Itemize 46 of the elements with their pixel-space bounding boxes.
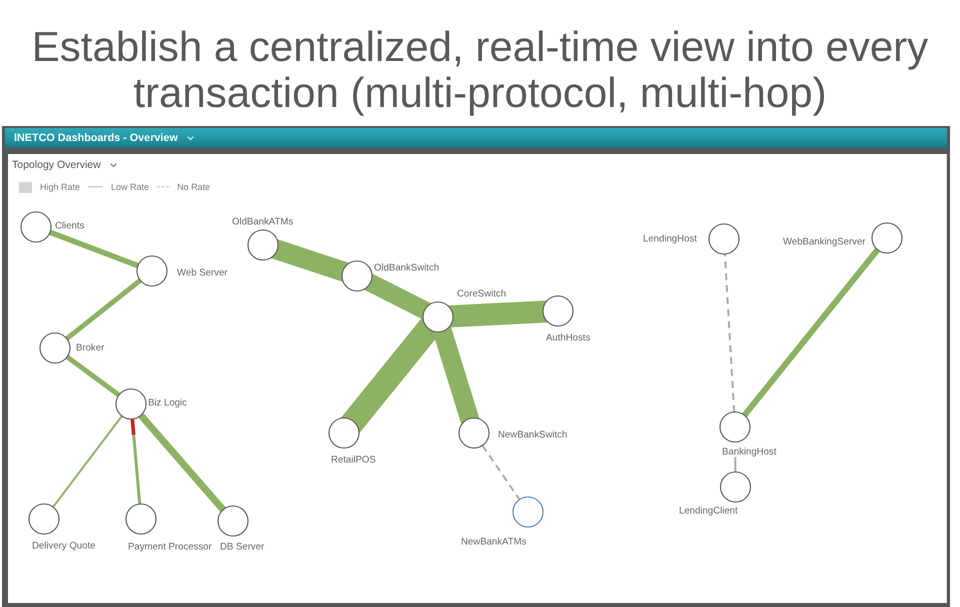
caret-icon bbox=[186, 136, 194, 140]
node-label: Delivery Quote bbox=[32, 540, 96, 552]
legend-label: No Rate bbox=[177, 182, 210, 192]
node-label: Payment Processor bbox=[128, 542, 212, 552]
node-label: Clients bbox=[55, 220, 84, 232]
dashed-line-icon bbox=[157, 186, 170, 188]
topology-node[interactable] bbox=[512, 496, 544, 528]
topology-node[interactable] bbox=[136, 255, 168, 287]
topology-node[interactable] bbox=[542, 295, 574, 327]
legend-label: High Rate bbox=[40, 182, 80, 192]
node-label: NewBankATMs bbox=[461, 536, 526, 548]
legend-label: Low Rate bbox=[111, 182, 150, 192]
topology-node[interactable] bbox=[328, 417, 360, 449]
topology-node[interactable] bbox=[341, 260, 373, 292]
topology-node[interactable] bbox=[28, 503, 60, 535]
slide-title: Establish a centralized, real-time view into every transaction (multi-protocol, multi-hop) bbox=[30, 24, 930, 116]
node-label: LendingHost bbox=[643, 234, 697, 244]
node-label: LendingClient bbox=[679, 506, 738, 516]
node-label: AuthHosts bbox=[546, 332, 590, 344]
caret-icon bbox=[110, 162, 117, 168]
swatch-icon bbox=[19, 182, 32, 192]
node-label: OldBankSwitch bbox=[374, 262, 440, 274]
topology-node[interactable] bbox=[39, 332, 71, 364]
topology-node[interactable] bbox=[20, 211, 52, 243]
node-label: OldBankATMs bbox=[232, 216, 294, 228]
view-menu-button[interactable]: Topology Overview bbox=[12, 158, 117, 172]
topology-node[interactable] bbox=[125, 503, 157, 535]
topology-node[interactable] bbox=[217, 505, 249, 537]
topology-node[interactable] bbox=[422, 301, 454, 333]
node-label: Broker bbox=[76, 342, 104, 354]
node-label: NewBankSwitch bbox=[498, 430, 568, 440]
topology-node[interactable] bbox=[708, 223, 740, 255]
node-label: CoreSwitch bbox=[457, 288, 506, 300]
node-label: BankingHost bbox=[722, 446, 776, 458]
node-label: RetailPOS bbox=[331, 454, 376, 466]
node-label: WebBankingServer bbox=[783, 236, 866, 248]
topology-node[interactable] bbox=[115, 388, 147, 420]
node-label: Web Server bbox=[177, 268, 228, 278]
topology-node[interactable] bbox=[871, 222, 903, 254]
line-icon bbox=[88, 186, 104, 188]
topology-node[interactable] bbox=[458, 417, 490, 449]
topology-node[interactable] bbox=[247, 229, 279, 261]
node-label: DB Server bbox=[220, 542, 264, 552]
topology-node[interactable] bbox=[720, 471, 752, 503]
topology-node[interactable] bbox=[719, 411, 751, 443]
node-label: Biz Logic bbox=[148, 398, 187, 408]
